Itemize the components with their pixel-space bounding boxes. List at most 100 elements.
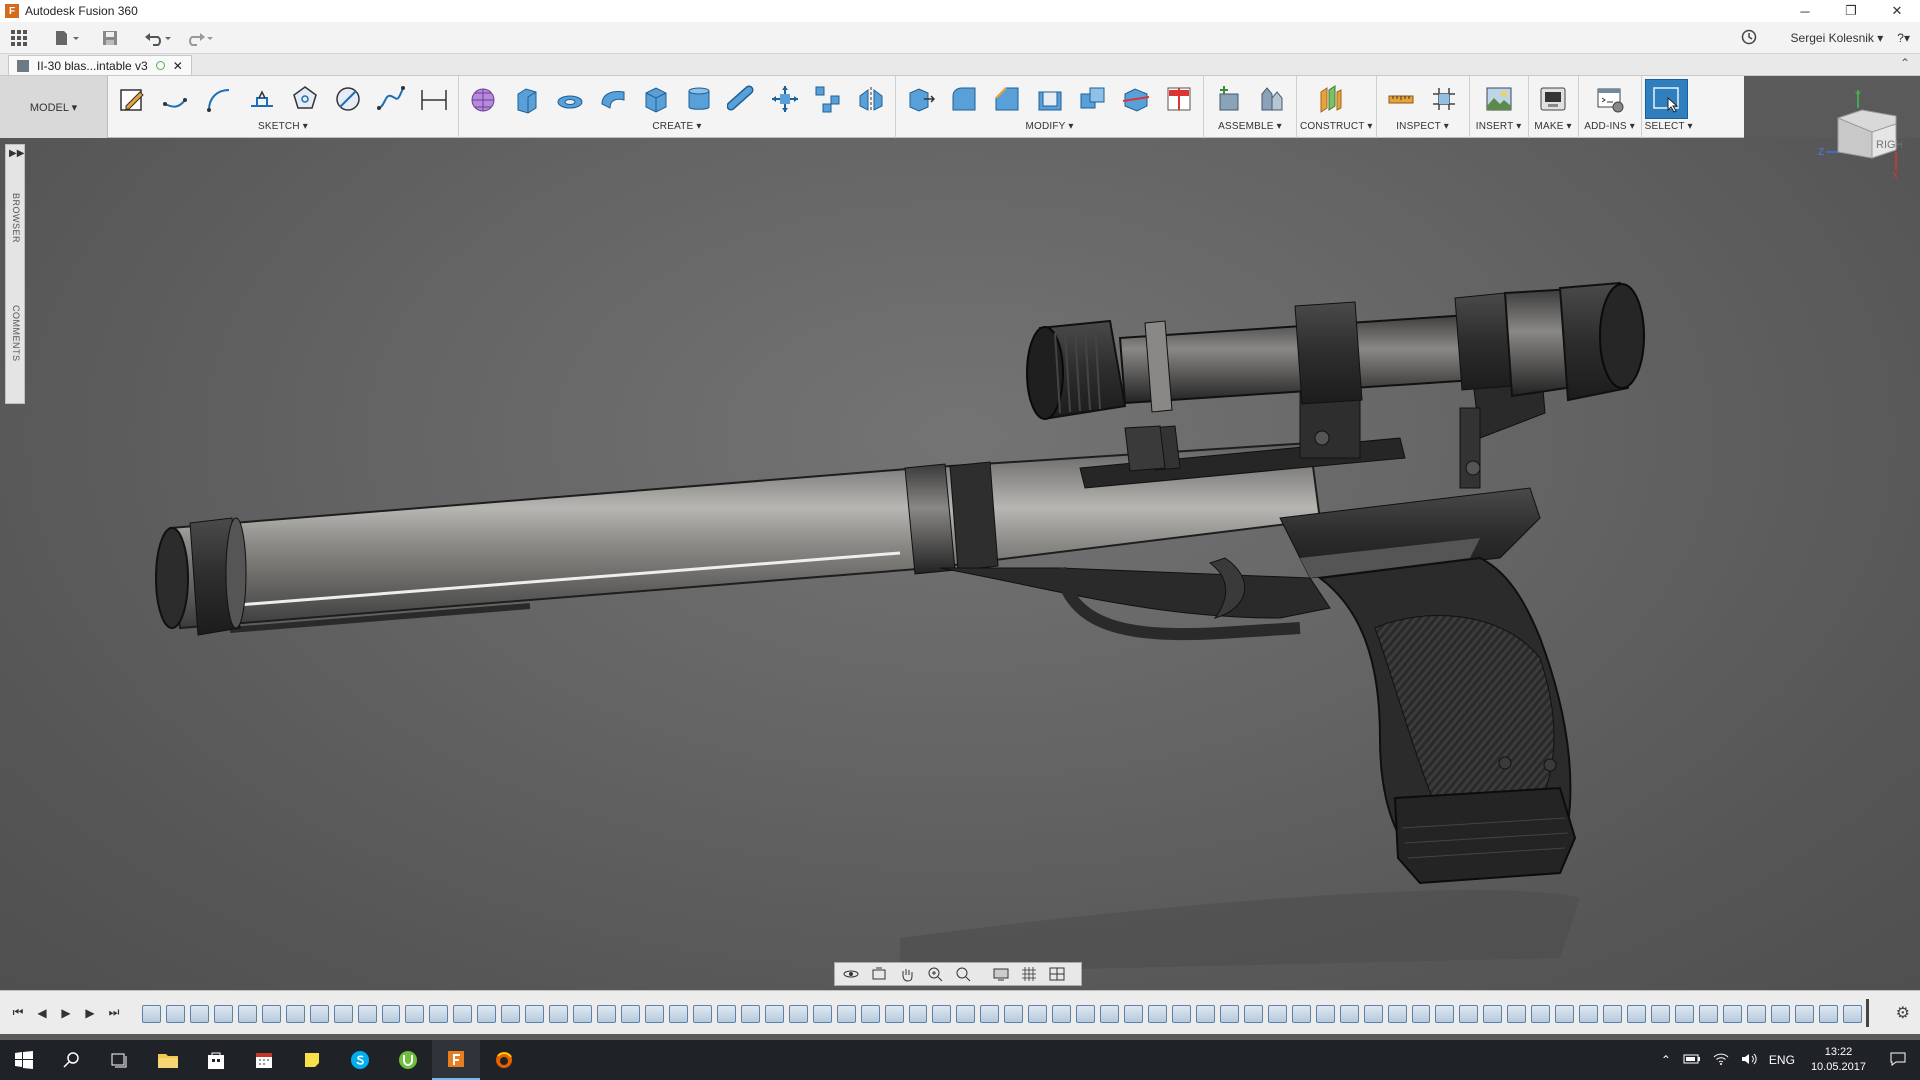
interference-icon[interactable]: [1423, 79, 1466, 119]
timeline-feature-icon[interactable]: [1794, 1005, 1814, 1023]
timeline-feature-icon[interactable]: [1722, 1005, 1742, 1023]
expand-panel-icon[interactable]: ▶▶: [9, 148, 24, 159]
revolve-icon[interactable]: [548, 79, 591, 119]
browser-panel-tab[interactable]: BROWSER: [11, 193, 21, 243]
split-body-icon[interactable]: [1114, 79, 1157, 119]
timeline-feature-icon[interactable]: [1052, 1005, 1072, 1023]
timeline-feature-icon[interactable]: [812, 1005, 832, 1023]
timeline-feature-icon[interactable]: [1267, 1005, 1287, 1023]
input-language-indicator[interactable]: ENG: [1763, 1053, 1801, 1067]
show-hidden-icons-icon[interactable]: ⌃: [1655, 1053, 1677, 1067]
circle-icon[interactable]: [326, 79, 369, 119]
timeline-feature-icon[interactable]: [381, 1005, 401, 1023]
polygon-icon[interactable]: [283, 79, 326, 119]
timeline-feature-icon[interactable]: [213, 1005, 233, 1023]
timeline-feature-icon[interactable]: [501, 1005, 521, 1023]
help-menu[interactable]: ?▾: [1897, 31, 1910, 45]
timeline-feature-icon[interactable]: [573, 1005, 593, 1023]
assemble-group-label[interactable]: ASSEMBLE ▾: [1207, 121, 1293, 136]
timeline-feature-icon[interactable]: [189, 1005, 209, 1023]
timeline-feature-icon[interactable]: [1028, 1005, 1048, 1023]
timeline-feature-icon[interactable]: [836, 1005, 856, 1023]
make-group-label[interactable]: MAKE ▾: [1532, 121, 1575, 136]
pan-hand-icon[interactable]: [895, 965, 919, 983]
look-at-icon[interactable]: [867, 965, 891, 983]
viewports-icon[interactable]: [1045, 965, 1069, 983]
firefox-icon[interactable]: [480, 1040, 528, 1080]
comments-panel-tab[interactable]: COMMENTS: [11, 305, 21, 362]
sticky-notes-icon[interactable]: [288, 1040, 336, 1080]
timeline-feature-icon[interactable]: [597, 1005, 617, 1023]
fillet-icon[interactable]: [942, 79, 985, 119]
data-panel-grid-icon[interactable]: [6, 25, 32, 51]
timeline-feature-icon[interactable]: [1315, 1005, 1335, 1023]
windows-start-icon[interactable]: [0, 1040, 48, 1080]
timeline-feature-icon[interactable]: [453, 1005, 473, 1023]
timeline-feature-icon[interactable]: [1627, 1005, 1647, 1023]
timeline-feature-icon[interactable]: [1603, 1005, 1623, 1023]
stop-sketch-icon[interactable]: [240, 79, 283, 119]
box-icon[interactable]: [634, 79, 677, 119]
timeline-feature-icon[interactable]: [788, 1005, 808, 1023]
timeline-feature-icon[interactable]: [668, 1005, 688, 1023]
timeline-feature-icon[interactable]: [1507, 1005, 1527, 1023]
orbit-icon[interactable]: [839, 965, 863, 983]
shell-icon[interactable]: [1028, 79, 1071, 119]
sketch-dimension-icon[interactable]: [412, 79, 455, 119]
wifi-icon[interactable]: [1707, 1052, 1735, 1069]
timeline-feature-icon[interactable]: [956, 1005, 976, 1023]
timeline-feature-icon[interactable]: [333, 1005, 353, 1023]
sketch-group-label[interactable]: SKETCH ▾: [111, 121, 455, 136]
timeline-feature-icon[interactable]: [1698, 1005, 1718, 1023]
timeline-feature-icon[interactable]: [860, 1005, 880, 1023]
3d-viewport[interactable]: [0, 138, 1920, 990]
attached-canvas-icon[interactable]: [1473, 79, 1525, 119]
inspect-group-label[interactable]: INSPECT ▾: [1380, 121, 1466, 136]
sweep-icon[interactable]: [591, 79, 634, 119]
file-menu-icon[interactable]: [50, 25, 84, 51]
timeline-feature-icon[interactable]: [1291, 1005, 1311, 1023]
timeline-feature-icon[interactable]: [1435, 1005, 1455, 1023]
mirror-icon[interactable]: [849, 79, 892, 119]
timeline-feature-icon[interactable]: [1100, 1005, 1120, 1023]
combine-icon[interactable]: [1071, 79, 1114, 119]
timeline-feature-icon[interactable]: [477, 1005, 497, 1023]
select-group-label[interactable]: SELECT ▾: [1645, 121, 1693, 136]
save-icon[interactable]: [98, 25, 122, 51]
timeline-feature-icon[interactable]: [740, 1005, 760, 1023]
timeline-feature-icon[interactable]: [1148, 1005, 1167, 1023]
timeline-feature-icon[interactable]: [1483, 1005, 1503, 1023]
construct-group-label[interactable]: CONSTRUCT ▾: [1300, 121, 1373, 136]
timeline-feature-icon[interactable]: [1195, 1005, 1215, 1023]
timeline-feature-icon[interactable]: [1243, 1005, 1263, 1023]
create-group-label[interactable]: CREATE ▾: [462, 121, 892, 136]
timeline-feature-icon[interactable]: [716, 1005, 736, 1023]
pipe-icon[interactable]: [720, 79, 763, 119]
timeline-feature-icon[interactable]: [142, 1005, 161, 1023]
redo-icon[interactable]: [182, 25, 218, 51]
3d-print-icon[interactable]: [1532, 79, 1575, 119]
display-settings-icon[interactable]: [989, 965, 1013, 983]
new-component-icon[interactable]: [1207, 79, 1250, 119]
timeline-feature-icon[interactable]: [429, 1005, 449, 1023]
collapse-toolbar-icon[interactable]: ⌃: [1900, 56, 1910, 70]
extrude-icon[interactable]: [505, 79, 548, 119]
timeline-feature-icon[interactable]: [1531, 1005, 1551, 1023]
timeline-feature-icon[interactable]: [237, 1005, 257, 1023]
pattern-icon[interactable]: [806, 79, 849, 119]
timeline-play-button[interactable]: ▶: [54, 1001, 78, 1025]
restore-button[interactable]: ❐: [1828, 0, 1874, 22]
timeline-feature-icon[interactable]: [764, 1005, 784, 1023]
section-analysis-icon[interactable]: [1157, 79, 1200, 119]
search-icon[interactable]: [48, 1040, 96, 1080]
volume-icon[interactable]: [1735, 1052, 1763, 1069]
skype-icon[interactable]: [336, 1040, 384, 1080]
timeline-previous-button[interactable]: ◀: [30, 1001, 54, 1025]
action-center-icon[interactable]: [1876, 1052, 1920, 1069]
timeline-feature-icon[interactable]: [525, 1005, 545, 1023]
close-tab-icon[interactable]: ✕: [173, 59, 183, 73]
timeline-feature-icon[interactable]: [645, 1005, 664, 1023]
timeline-first-button[interactable]: ⏮: [6, 1001, 30, 1025]
timeline-feature-icon[interactable]: [1219, 1005, 1239, 1023]
grid-snaps-icon[interactable]: [1017, 965, 1041, 983]
